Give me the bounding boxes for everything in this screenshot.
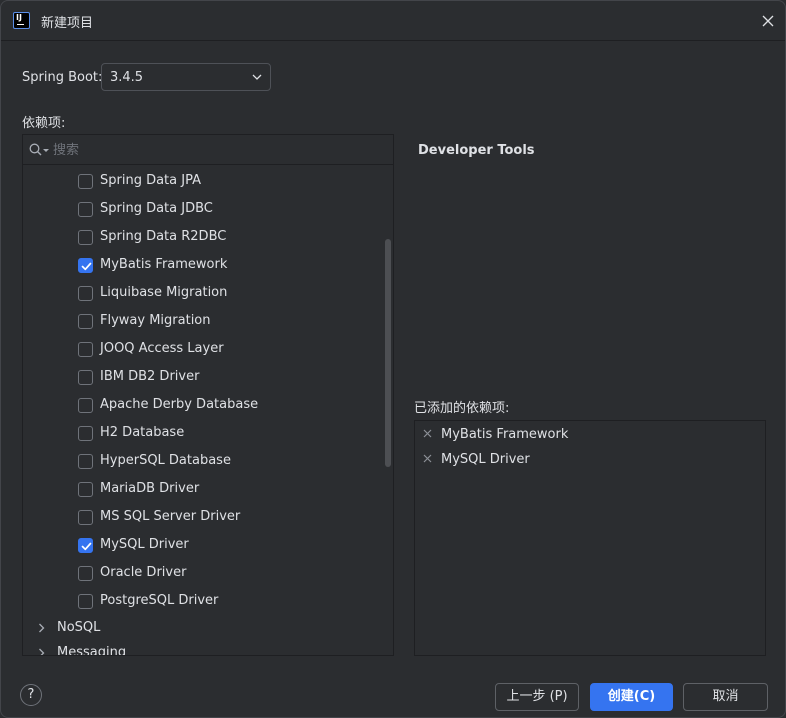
checkbox[interactable] bbox=[78, 230, 93, 245]
checkbox-checked[interactable] bbox=[78, 258, 93, 273]
category-item[interactable]: Messaging bbox=[23, 640, 383, 656]
chevron-right-icon[interactable] bbox=[38, 648, 45, 656]
checkmark-icon bbox=[81, 542, 92, 551]
search-bar bbox=[23, 135, 393, 165]
dependency-label: MS SQL Server Driver bbox=[100, 509, 241, 524]
checkmark-icon bbox=[81, 262, 92, 271]
dependency-item[interactable]: MyBatis Framework bbox=[23, 251, 383, 279]
checkbox-checked[interactable] bbox=[78, 538, 93, 553]
chevron-down-icon bbox=[252, 74, 262, 80]
close-icon bbox=[762, 15, 774, 27]
dependency-item[interactable]: Oracle Driver bbox=[23, 559, 383, 587]
dependency-label: MariaDB Driver bbox=[100, 481, 200, 496]
dependency-label: Spring Data JDBC bbox=[100, 201, 213, 216]
spring-boot-version-select[interactable]: 3.4.5 bbox=[101, 63, 271, 91]
dependency-label: Spring Data R2DBC bbox=[100, 229, 227, 244]
checkbox[interactable] bbox=[78, 482, 93, 497]
create-button[interactable]: 创建(C) bbox=[590, 683, 673, 711]
previous-button[interactable]: 上一步 (P) bbox=[495, 683, 579, 711]
dependency-label: IBM DB2 Driver bbox=[100, 369, 200, 384]
search-history-dropdown-icon[interactable] bbox=[43, 149, 49, 152]
dependency-item[interactable]: H2 Database bbox=[23, 419, 383, 447]
title-bar: 新建项目 bbox=[1, 1, 785, 41]
checkbox[interactable] bbox=[78, 370, 93, 385]
cancel-button[interactable]: 取消 bbox=[683, 683, 768, 711]
remove-icon[interactable] bbox=[423, 454, 432, 463]
window-title: 新建项目 bbox=[41, 16, 94, 31]
dependency-item[interactable]: Spring Data R2DBC bbox=[23, 223, 383, 251]
category-item[interactable]: NoSQL bbox=[23, 615, 383, 641]
dependency-label: Spring Data JPA bbox=[100, 173, 201, 188]
dependency-label: PostgreSQL Driver bbox=[100, 593, 219, 608]
dependency-label: MySQL Driver bbox=[100, 537, 189, 552]
chevron-right-icon[interactable] bbox=[38, 623, 45, 633]
dependency-item[interactable]: Flyway Migration bbox=[23, 307, 383, 335]
new-project-dialog: 新建项目 Spring Boot: 3.4.5 依赖项: Spring Data… bbox=[0, 0, 786, 718]
added-dependency-item: MyBatis Framework bbox=[415, 423, 765, 447]
dependency-label: H2 Database bbox=[100, 425, 185, 440]
dependency-item[interactable]: Spring Data JDBC bbox=[23, 195, 383, 223]
checkbox[interactable] bbox=[78, 314, 93, 329]
search-input[interactable] bbox=[53, 140, 373, 160]
dependency-item[interactable]: Apache Derby Database bbox=[23, 391, 383, 419]
dependency-label: Oracle Driver bbox=[100, 565, 187, 580]
checkbox[interactable] bbox=[78, 342, 93, 357]
category-detail-title: Developer Tools bbox=[418, 143, 535, 158]
dependency-item[interactable]: IBM DB2 Driver bbox=[23, 363, 383, 391]
spring-boot-version-value: 3.4.5 bbox=[110, 70, 144, 85]
checkbox[interactable] bbox=[78, 566, 93, 581]
checkbox[interactable] bbox=[78, 426, 93, 441]
dependency-item[interactable]: MariaDB Driver bbox=[23, 475, 383, 503]
scrollbar-thumb[interactable] bbox=[385, 239, 391, 467]
checkbox[interactable] bbox=[78, 174, 93, 189]
added-dependency-item: MySQL Driver bbox=[415, 448, 765, 472]
dependencies-label: 依赖项: bbox=[22, 116, 66, 131]
dependency-item[interactable]: MySQL Driver bbox=[23, 531, 383, 559]
checkbox[interactable] bbox=[78, 454, 93, 469]
dependency-item[interactable]: HyperSQL Database bbox=[23, 447, 383, 475]
checkbox[interactable] bbox=[78, 594, 93, 609]
help-button[interactable]: ? bbox=[20, 684, 42, 706]
added-dependencies-list: MyBatis Framework MySQL Driver bbox=[414, 420, 766, 656]
dependency-tree-panel: Spring Data JPA Spring Data JDBC Spring Da… bbox=[22, 134, 394, 656]
checkbox[interactable] bbox=[78, 286, 93, 301]
dependency-label: Apache Derby Database bbox=[100, 397, 259, 412]
checkbox[interactable] bbox=[78, 202, 93, 217]
category-label: Messaging bbox=[57, 645, 127, 656]
checkbox[interactable] bbox=[78, 510, 93, 525]
close-button[interactable] bbox=[756, 9, 780, 33]
added-dependencies-label: 已添加的依赖项: bbox=[414, 401, 510, 416]
added-dependency-label: MyBatis Framework bbox=[441, 427, 569, 442]
checkbox[interactable] bbox=[78, 398, 93, 413]
dependency-label: HyperSQL Database bbox=[100, 453, 231, 468]
dependency-label: Flyway Migration bbox=[100, 313, 211, 328]
dependency-item[interactable]: MS SQL Server Driver bbox=[23, 503, 383, 531]
remove-icon[interactable] bbox=[423, 429, 432, 438]
category-label: NoSQL bbox=[57, 620, 101, 635]
added-dependency-label: MySQL Driver bbox=[441, 452, 530, 467]
dependency-label: MyBatis Framework bbox=[100, 257, 228, 272]
dependency-item[interactable]: Spring Data JPA bbox=[23, 167, 383, 195]
search-icon[interactable] bbox=[29, 143, 42, 156]
intellij-app-icon bbox=[13, 12, 30, 29]
dependency-item[interactable]: Liquibase Migration bbox=[23, 279, 383, 307]
dependency-label: Liquibase Migration bbox=[100, 285, 228, 300]
dependency-label: JOOQ Access Layer bbox=[100, 341, 224, 356]
dependency-item[interactable]: PostgreSQL Driver bbox=[23, 587, 383, 615]
spring-boot-label: Spring Boot: bbox=[22, 70, 103, 85]
dependency-item[interactable]: JOOQ Access Layer bbox=[23, 335, 383, 363]
